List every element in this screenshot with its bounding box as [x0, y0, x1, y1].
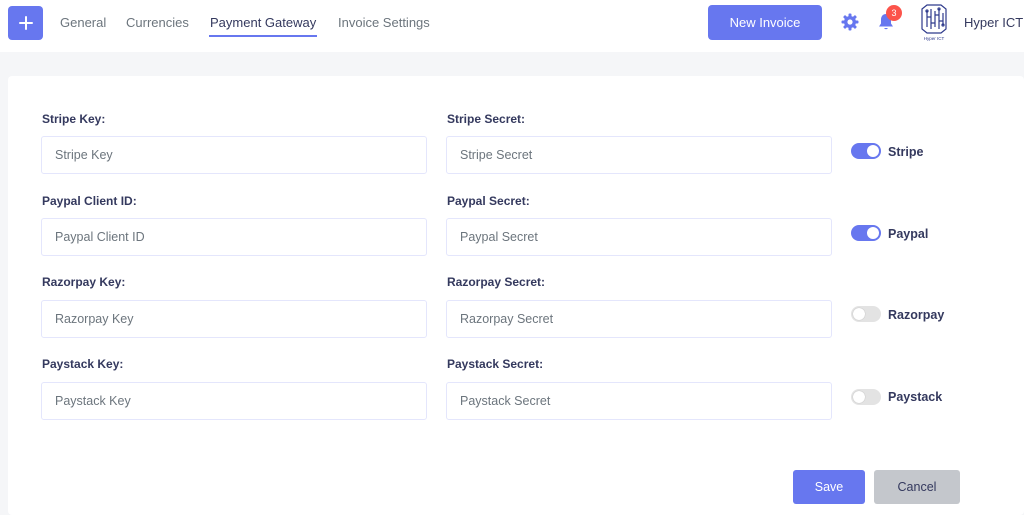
toggle-knob: [853, 391, 865, 403]
active-tab-indicator: [209, 35, 317, 37]
paystack-toggle-label: Paystack: [888, 390, 943, 404]
top-navbar: General Currencies Payment Gateway Invoi…: [0, 0, 1024, 52]
add-button[interactable]: [8, 6, 43, 40]
paystack-toggle[interactable]: [851, 389, 881, 405]
svg-text:Hyper ICT: Hyper ICT: [924, 36, 945, 41]
stripe-toggle-label: Stripe: [888, 145, 924, 159]
razorpay-key-input[interactable]: [41, 300, 427, 338]
paypal-client-id-input[interactable]: [41, 218, 427, 256]
stripe-key-input[interactable]: [41, 136, 427, 174]
notification-badge: 3: [886, 5, 902, 21]
cancel-button[interactable]: Cancel: [874, 470, 960, 504]
paystack-key-label: Paystack Key:: [42, 357, 124, 371]
razorpay-secret-input[interactable]: [446, 300, 832, 338]
razorpay-toggle-label: Razorpay: [888, 308, 945, 322]
tab-currencies[interactable]: Currencies: [126, 15, 189, 30]
paystack-key-input[interactable]: [41, 382, 427, 420]
toggle-knob: [867, 145, 879, 157]
save-button[interactable]: Save: [793, 470, 865, 504]
razorpay-toggle[interactable]: [851, 306, 881, 322]
tab-payment-gateway[interactable]: Payment Gateway: [210, 15, 316, 30]
toggle-knob: [853, 308, 865, 320]
paypal-toggle[interactable]: [851, 225, 881, 241]
razorpay-key-label: Razorpay Key:: [42, 275, 126, 289]
toggle-knob: [867, 227, 879, 239]
stripe-secret-input[interactable]: [446, 136, 832, 174]
tab-general[interactable]: General: [60, 15, 106, 30]
razorpay-secret-label: Razorpay Secret:: [447, 275, 546, 289]
gear-icon[interactable]: [840, 12, 860, 32]
new-invoice-button[interactable]: New Invoice: [708, 5, 822, 40]
payment-gateway-card: Stripe Key: Stripe Secret: Stripe Paypal…: [8, 76, 1024, 515]
stripe-key-label: Stripe Key:: [42, 112, 106, 126]
paystack-secret-label: Paystack Secret:: [447, 357, 544, 371]
paystack-secret-input[interactable]: [446, 382, 832, 420]
paypal-client-id-label: Paypal Client ID:: [42, 194, 137, 208]
tab-invoice-settings[interactable]: Invoice Settings: [338, 15, 430, 30]
company-logo: Hyper ICT: [921, 4, 947, 41]
stripe-secret-label: Stripe Secret:: [447, 112, 526, 126]
plus-icon: [18, 16, 33, 30]
paypal-secret-input[interactable]: [446, 218, 832, 256]
paypal-toggle-label: Paypal: [888, 227, 929, 241]
paypal-secret-label: Paypal Secret:: [447, 194, 530, 208]
user-name[interactable]: Hyper ICT: [964, 15, 1023, 30]
stripe-toggle[interactable]: [851, 143, 881, 159]
